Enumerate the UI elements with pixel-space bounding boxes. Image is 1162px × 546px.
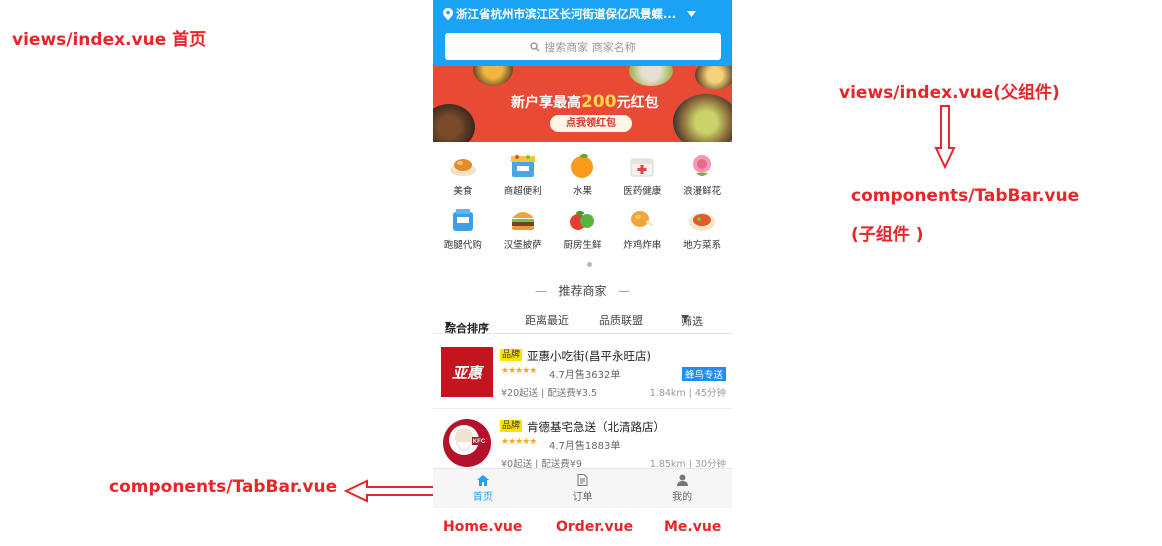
- rating-sales: 4.7月售1883单: [549, 441, 621, 452]
- distance-time: 1.84km | 45分钟: [649, 388, 726, 399]
- arrow-left-icon: [343, 479, 437, 503]
- category-label: 汉堡披萨: [503, 240, 542, 251]
- category-label: 地方菜系: [683, 240, 722, 251]
- mobile-app-screen: 浙江省杭州市滨江区长河街道保亿风景蝶... 搜索商家 商家名称 新户享最高200…: [433, 0, 732, 512]
- category-item[interactable]: 地方菜系: [672, 206, 732, 251]
- category-grid: 美食 商超便利 水果 医药健康 浪漫鲜花 跑腿代购 汉堡披萨 厨房生鲜 炸鸡炸串…: [433, 152, 732, 251]
- carousel-indicator: [587, 262, 592, 267]
- category-label: 跑腿代购: [443, 240, 482, 251]
- food-garnish-image: [629, 66, 673, 86]
- rating-stars: ★★★★★: [501, 366, 537, 376]
- tab-me[interactable]: 我的: [632, 469, 732, 508]
- rating-sales: 4.7月售3632单: [549, 370, 621, 381]
- shop-logo: 亚惠: [441, 347, 493, 397]
- fried-chicken-icon: [627, 206, 657, 234]
- location-pin-icon: [443, 8, 453, 20]
- category-item[interactable]: 美食: [433, 152, 493, 197]
- shop-logo-text: KFC: [473, 439, 486, 445]
- annotation-order-vue: Order.vue: [556, 519, 634, 535]
- category-item[interactable]: 浪漫鲜花: [672, 152, 732, 197]
- category-item[interactable]: 医药健康: [612, 152, 672, 197]
- category-item[interactable]: 跑腿代购: [433, 206, 493, 251]
- tab-label: 我的: [672, 492, 693, 503]
- delivery-info: ¥20起送 | 配送费¥3.5: [501, 388, 598, 399]
- category-label: 水果: [572, 186, 592, 197]
- top-bar: 浙江省杭州市滨江区长河街道保亿风景蝶... 搜索商家 商家名称: [433, 0, 732, 66]
- caret-down-icon: ▼: [445, 319, 452, 329]
- flower-icon: [687, 152, 717, 180]
- order-icon: [577, 474, 588, 486]
- arrow-down-icon: [934, 105, 956, 170]
- recommend-title: — 推荐商家 —: [535, 284, 630, 298]
- shop-name: 肯德基宅急送（北清路店）: [527, 420, 665, 434]
- category-label: 美食: [453, 186, 473, 197]
- claim-red-packet-button[interactable]: 点我领红包: [550, 115, 632, 132]
- brand-badge: 品牌: [500, 349, 523, 361]
- search-placeholder: 搜索商家 商家名称: [544, 40, 636, 54]
- category-label: 浪漫鲜花: [683, 186, 722, 197]
- tab-home[interactable]: 首页: [433, 469, 533, 508]
- sort-bar: 综合排序 ▼ 距离最近 品质联盟 筛选: [433, 306, 732, 335]
- dish-icon: [687, 206, 717, 234]
- tab-order[interactable]: 订单: [533, 469, 633, 508]
- address-text: 浙江省杭州市滨江区长河街道保亿风景蝶...: [456, 7, 677, 21]
- annotation-tabbar-component: components/TabBar.vue: [851, 186, 1080, 206]
- chevron-down-icon: [687, 11, 697, 17]
- category-label: 厨房生鲜: [563, 240, 602, 251]
- promo-banner[interactable]: 新户享最高200元红包 点我领红包: [433, 66, 732, 142]
- tab-bar: 首页 订单 我的: [433, 468, 732, 508]
- shop-item[interactable]: 亚惠 品牌 亚惠小吃街(昌平永旺店) ★★★★★ 4.7月售3632单 蜂鸟专送…: [433, 339, 732, 409]
- annotation-index-home: views/index.vue 首页: [12, 30, 207, 50]
- tab-label: 首页: [472, 491, 493, 503]
- rating-stars: ★★★★★: [501, 437, 537, 447]
- tab-label: 订单: [572, 492, 593, 503]
- vegetable-icon: [567, 206, 597, 234]
- category-label: 医药健康: [623, 186, 662, 197]
- food-side-image: [695, 66, 732, 90]
- shop-name: 亚惠小吃街(昌平永旺店): [527, 349, 651, 363]
- home-icon: [476, 474, 489, 486]
- shop-icon: [508, 152, 538, 180]
- brand-badge: 品牌: [500, 420, 523, 432]
- category-item[interactable]: 炸鸡炸串: [612, 206, 672, 251]
- search-input[interactable]: 搜索商家 商家名称: [445, 33, 721, 60]
- address-selector[interactable]: 浙江省杭州市滨江区长河街道保亿风景蝶...: [443, 5, 712, 23]
- food-plate-image: [433, 104, 475, 142]
- category-item[interactable]: 水果: [553, 152, 613, 197]
- annotation-parent-component: views/index.vue(父组件): [839, 83, 1060, 103]
- food-dish-image: [473, 66, 513, 86]
- burger-icon: [508, 206, 538, 234]
- annotation-home-vue: Home.vue: [443, 519, 523, 535]
- orange-icon: [567, 152, 597, 180]
- category-item[interactable]: 厨房生鲜: [553, 206, 613, 251]
- sort-filter[interactable]: 筛选: [681, 313, 703, 328]
- errand-icon: [448, 206, 478, 234]
- food-bowl-image: [673, 94, 732, 142]
- category-item[interactable]: 商超便利: [493, 152, 553, 197]
- annotation-child-component: (子组件 ): [851, 225, 924, 245]
- user-icon: [676, 474, 688, 486]
- medicine-icon: [627, 152, 657, 180]
- delivery-tag: 蜂鸟专送: [681, 367, 726, 381]
- banner-title: 新户享最高200元红包: [511, 92, 659, 112]
- search-icon: [530, 41, 540, 52]
- sort-quality[interactable]: 品质联盟: [599, 312, 643, 328]
- annotation-tabbar-bottom: components/TabBar.vue: [109, 477, 338, 497]
- sort-distance[interactable]: 距离最近: [525, 312, 569, 328]
- category-label: 商超便利: [503, 186, 542, 197]
- shop-logo: KFC: [441, 418, 493, 468]
- category-item[interactable]: 汉堡披萨: [493, 206, 553, 251]
- annotation-me-vue: Me.vue: [664, 519, 722, 535]
- category-label: 炸鸡炸串: [623, 240, 662, 251]
- food-icon: [448, 152, 478, 180]
